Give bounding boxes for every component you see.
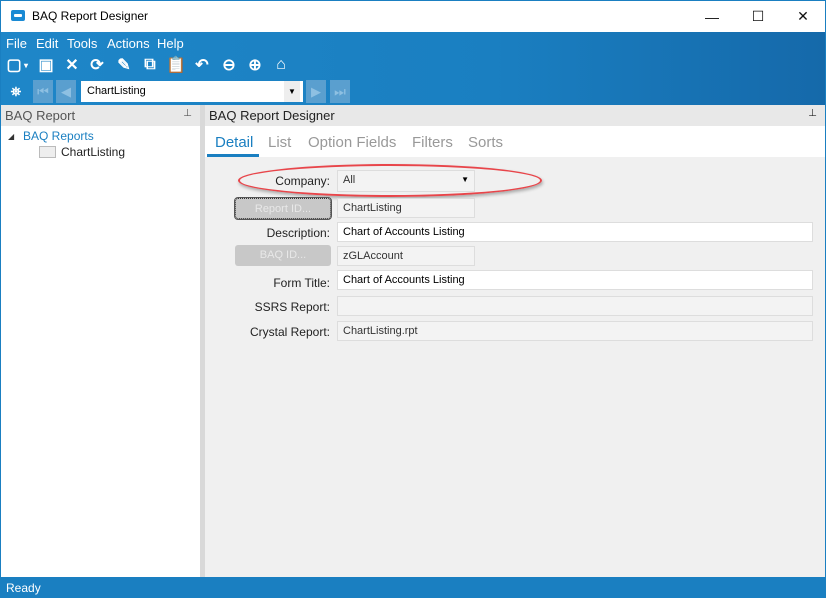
form-title-label: Form Title: xyxy=(273,276,330,290)
description-field[interactable]: Chart of Accounts Listing xyxy=(337,222,813,242)
pin-icon[interactable]: ⊥ xyxy=(183,108,192,119)
right-panel-header: BAQ Report Designer ⊥ xyxy=(205,105,825,126)
minimize-button[interactable]: — xyxy=(689,1,735,32)
record-selector-value: ChartListing xyxy=(87,85,146,97)
previous-record-button[interactable]: ◀ xyxy=(56,80,76,103)
chevron-down-icon[interactable]: ▼ xyxy=(284,81,300,102)
menu-actions[interactable]: Actions xyxy=(107,36,150,51)
crystal-report-field[interactable]: ChartListing.rpt xyxy=(337,321,813,341)
refresh-icon[interactable]: ⟳ xyxy=(87,55,107,75)
delete-icon[interactable]: ✕ xyxy=(62,55,82,75)
copy-icon[interactable]: ⧉ xyxy=(140,55,160,75)
status-text: Ready xyxy=(6,581,41,595)
record-selector[interactable]: ChartListing ▼ xyxy=(81,81,303,102)
window-title: BAQ Report Designer xyxy=(32,9,149,23)
home-icon[interactable]: ⌂ xyxy=(271,55,291,75)
ssrs-report-label: SSRS Report: xyxy=(254,300,330,314)
report-id-button[interactable]: Report ID... xyxy=(234,197,332,220)
left-panel-title: BAQ Report xyxy=(5,108,76,123)
menu-tools[interactable]: Tools xyxy=(67,36,97,51)
folder-icon xyxy=(39,146,56,158)
last-record-button[interactable]: ⏭ xyxy=(330,80,350,103)
save-icon[interactable]: ▣ xyxy=(36,55,56,75)
tab-list[interactable]: List xyxy=(268,134,291,151)
status-bar: Ready xyxy=(1,577,825,598)
paste-icon[interactable]: 📋 xyxy=(166,55,186,75)
search-binoculars-icon[interactable]: ⛯ xyxy=(6,82,26,102)
highlight-annotation xyxy=(238,164,542,197)
forward-icon[interactable]: ⊕ xyxy=(245,55,265,75)
title-bar: BAQ Report Designer — ☐ ✕ xyxy=(1,1,825,32)
tree-node-chartlisting[interactable]: ChartListing xyxy=(61,145,125,159)
new-dropdown-icon[interactable]: ▾ xyxy=(21,55,31,75)
tab-detail[interactable]: Detail xyxy=(215,134,253,151)
menu-edit[interactable]: Edit xyxy=(36,36,58,51)
maximize-button[interactable]: ☐ xyxy=(735,1,781,32)
app-icon xyxy=(11,10,25,21)
pin-icon[interactable]: ⊥ xyxy=(808,108,817,119)
baq-id-field[interactable]: zGLAccount xyxy=(337,246,475,266)
close-button[interactable]: ✕ xyxy=(780,1,826,32)
undo-icon[interactable]: ↶ xyxy=(192,55,212,75)
menu-file[interactable]: File xyxy=(6,36,27,51)
ribbon: File Edit Tools Actions Help ▢ ▾ ▣ ✕ ⟳ ✎… xyxy=(1,32,825,105)
description-label: Description: xyxy=(266,226,330,240)
first-record-button[interactable]: ⏮ xyxy=(33,80,53,103)
tab-option-fields[interactable]: Option Fields xyxy=(308,134,396,151)
right-panel: BAQ Report Designer ⊥ Detail List Option… xyxy=(205,105,825,577)
tab-filters[interactable]: Filters xyxy=(412,134,453,151)
next-record-button[interactable]: ▶ xyxy=(306,80,326,103)
report-id-field[interactable]: ChartListing xyxy=(337,198,475,218)
menu-help[interactable]: Help xyxy=(157,36,184,51)
tree-expand-icon[interactable]: ◢ xyxy=(8,132,14,141)
left-panel-header: BAQ Report ⊥ xyxy=(1,105,200,126)
baq-id-button[interactable]: BAQ ID... xyxy=(235,245,331,266)
back-icon[interactable]: ⊖ xyxy=(219,55,239,75)
form-title-field[interactable]: Chart of Accounts Listing xyxy=(337,270,813,290)
tab-bar: Detail List Option Fields Filters Sorts xyxy=(205,126,825,157)
right-panel-title: BAQ Report Designer xyxy=(209,108,335,123)
clear-icon[interactable]: ✎ xyxy=(114,55,134,75)
crystal-report-label: Crystal Report: xyxy=(249,325,330,339)
active-tab-indicator xyxy=(207,154,259,157)
left-panel: BAQ Report ⊥ ◢ BAQ Reports ChartListing xyxy=(1,105,200,577)
tree-node-baq-reports[interactable]: BAQ Reports xyxy=(23,129,94,143)
tab-sorts[interactable]: Sorts xyxy=(468,134,503,151)
ssrs-report-field[interactable] xyxy=(337,296,813,316)
